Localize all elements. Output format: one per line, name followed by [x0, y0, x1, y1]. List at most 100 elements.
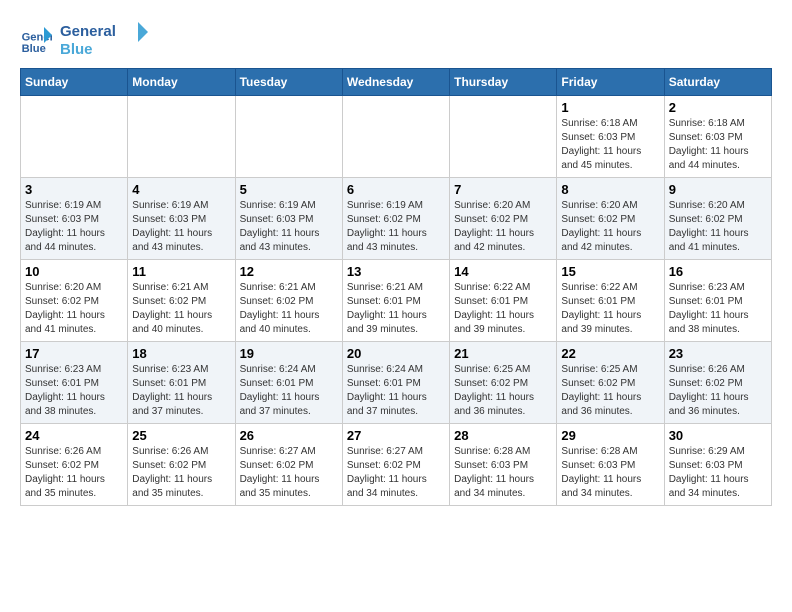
day-info: Sunrise: 6:26 AM Sunset: 6:02 PM Dayligh…: [669, 363, 767, 419]
day-info: Sunrise: 6:22 AM Sunset: 6:01 PM Dayligh…: [454, 281, 552, 337]
calendar-cell: 28 Sunrise: 6:28 AM Sunset: 6:03 PM Dayli…: [450, 424, 557, 506]
calendar-cell: 5 Sunrise: 6:19 AM Sunset: 6:03 PM Daylig…: [235, 178, 342, 260]
calendar-cell: 6 Sunrise: 6:19 AM Sunset: 6:02 PM Daylig…: [342, 178, 449, 260]
calendar-cell: [450, 96, 557, 178]
day-number: 25: [132, 428, 230, 443]
day-number: 10: [25, 264, 123, 279]
day-info: Sunrise: 6:19 AM Sunset: 6:02 PM Dayligh…: [347, 199, 445, 255]
day-info: Sunrise: 6:20 AM Sunset: 6:02 PM Dayligh…: [25, 281, 123, 337]
calendar-cell: 8 Sunrise: 6:20 AM Sunset: 6:02 PM Daylig…: [557, 178, 664, 260]
day-number: 5: [240, 182, 338, 197]
calendar-cell: 21 Sunrise: 6:25 AM Sunset: 6:02 PM Dayli…: [450, 342, 557, 424]
day-info: Sunrise: 6:24 AM Sunset: 6:01 PM Dayligh…: [347, 363, 445, 419]
day-number: 27: [347, 428, 445, 443]
day-info: Sunrise: 6:19 AM Sunset: 6:03 PM Dayligh…: [132, 199, 230, 255]
day-number: 4: [132, 182, 230, 197]
day-info: Sunrise: 6:21 AM Sunset: 6:02 PM Dayligh…: [132, 281, 230, 337]
calendar-cell: [128, 96, 235, 178]
calendar-cell: 30Sunrise: 6:29 AM Sunset: 6:03 PM Dayli…: [664, 424, 771, 506]
day-header-row: Sunday Monday Tuesday Wednesday Thursday…: [21, 69, 772, 96]
calendar-cell: 25Sunrise: 6:26 AM Sunset: 6:02 PM Dayli…: [128, 424, 235, 506]
day-info: Sunrise: 6:20 AM Sunset: 6:02 PM Dayligh…: [669, 199, 767, 255]
day-info: Sunrise: 6:23 AM Sunset: 6:01 PM Dayligh…: [25, 363, 123, 419]
day-info: Sunrise: 6:29 AM Sunset: 6:03 PM Dayligh…: [669, 445, 767, 501]
logo-svg: General Blue: [60, 20, 150, 58]
calendar-cell: 4 Sunrise: 6:19 AM Sunset: 6:03 PM Daylig…: [128, 178, 235, 260]
col-monday: Monday: [128, 69, 235, 96]
calendar-cell: 15Sunrise: 6:22 AM Sunset: 6:01 PM Dayli…: [557, 260, 664, 342]
day-number: 20: [347, 346, 445, 361]
svg-text:Blue: Blue: [60, 41, 93, 58]
day-number: 16: [669, 264, 767, 279]
day-info: Sunrise: 6:19 AM Sunset: 6:03 PM Dayligh…: [25, 199, 123, 255]
day-number: 9: [669, 182, 767, 197]
week-row-3: 10 Sunrise: 6:20 AM Sunset: 6:02 PM Dayli…: [21, 260, 772, 342]
calendar-cell: 18 Sunrise: 6:23 AM Sunset: 6:01 PM Dayli…: [128, 342, 235, 424]
day-number: 3: [25, 182, 123, 197]
header: General Blue General Blue: [20, 20, 772, 58]
logo: General Blue General Blue: [20, 20, 150, 58]
day-info: Sunrise: 6:20 AM Sunset: 6:02 PM Dayligh…: [454, 199, 552, 255]
week-row-5: 24Sunrise: 6:26 AM Sunset: 6:02 PM Dayli…: [21, 424, 772, 506]
calendar-cell: 12Sunrise: 6:21 AM Sunset: 6:02 PM Dayli…: [235, 260, 342, 342]
day-number: 22: [561, 346, 659, 361]
day-info: Sunrise: 6:26 AM Sunset: 6:02 PM Dayligh…: [25, 445, 123, 501]
page: General Blue General Blue Sunday Monday …: [0, 0, 792, 516]
calendar-cell: 11 Sunrise: 6:21 AM Sunset: 6:02 PM Dayli…: [128, 260, 235, 342]
day-info: Sunrise: 6:28 AM Sunset: 6:03 PM Dayligh…: [561, 445, 659, 501]
calendar-cell: 16 Sunrise: 6:23 AM Sunset: 6:01 PM Dayli…: [664, 260, 771, 342]
calendar-cell: 26 Sunrise: 6:27 AM Sunset: 6:02 PM Dayli…: [235, 424, 342, 506]
day-number: 21: [454, 346, 552, 361]
day-number: 6: [347, 182, 445, 197]
day-number: 26: [240, 428, 338, 443]
calendar-cell: 17Sunrise: 6:23 AM Sunset: 6:01 PM Dayli…: [21, 342, 128, 424]
calendar-cell: 2 Sunrise: 6:18 AM Sunset: 6:03 PM Daylig…: [664, 96, 771, 178]
col-friday: Friday: [557, 69, 664, 96]
calendar-cell: 13 Sunrise: 6:21 AM Sunset: 6:01 PM Dayli…: [342, 260, 449, 342]
day-info: Sunrise: 6:18 AM Sunset: 6:03 PM Dayligh…: [561, 117, 659, 173]
day-info: Sunrise: 6:27 AM Sunset: 6:02 PM Dayligh…: [240, 445, 338, 501]
calendar-table: Sunday Monday Tuesday Wednesday Thursday…: [20, 68, 772, 506]
calendar-cell: 27Sunrise: 6:27 AM Sunset: 6:02 PM Dayli…: [342, 424, 449, 506]
calendar-cell: 20 Sunrise: 6:24 AM Sunset: 6:01 PM Dayli…: [342, 342, 449, 424]
day-number: 8: [561, 182, 659, 197]
calendar-cell: 9 Sunrise: 6:20 AM Sunset: 6:02 PM Daylig…: [664, 178, 771, 260]
day-info: Sunrise: 6:18 AM Sunset: 6:03 PM Dayligh…: [669, 117, 767, 173]
calendar-cell: 23 Sunrise: 6:26 AM Sunset: 6:02 PM Dayli…: [664, 342, 771, 424]
calendar-cell: 10 Sunrise: 6:20 AM Sunset: 6:02 PM Dayli…: [21, 260, 128, 342]
calendar-cell: 29 Sunrise: 6:28 AM Sunset: 6:03 PM Dayli…: [557, 424, 664, 506]
day-info: Sunrise: 6:20 AM Sunset: 6:02 PM Dayligh…: [561, 199, 659, 255]
calendar-cell: [235, 96, 342, 178]
day-number: 11: [132, 264, 230, 279]
day-info: Sunrise: 6:23 AM Sunset: 6:01 PM Dayligh…: [132, 363, 230, 419]
day-info: Sunrise: 6:28 AM Sunset: 6:03 PM Dayligh…: [454, 445, 552, 501]
day-number: 29: [561, 428, 659, 443]
day-number: 28: [454, 428, 552, 443]
day-info: Sunrise: 6:23 AM Sunset: 6:01 PM Dayligh…: [669, 281, 767, 337]
day-number: 2: [669, 100, 767, 115]
calendar-cell: 7Sunrise: 6:20 AM Sunset: 6:02 PM Daylig…: [450, 178, 557, 260]
calendar-header: Sunday Monday Tuesday Wednesday Thursday…: [21, 69, 772, 96]
day-info: Sunrise: 6:24 AM Sunset: 6:01 PM Dayligh…: [240, 363, 338, 419]
day-number: 12: [240, 264, 338, 279]
day-info: Sunrise: 6:21 AM Sunset: 6:01 PM Dayligh…: [347, 281, 445, 337]
col-saturday: Saturday: [664, 69, 771, 96]
col-wednesday: Wednesday: [342, 69, 449, 96]
calendar-cell: 19 Sunrise: 6:24 AM Sunset: 6:01 PM Dayli…: [235, 342, 342, 424]
day-number: 23: [669, 346, 767, 361]
day-number: 18: [132, 346, 230, 361]
calendar-cell: [21, 96, 128, 178]
week-row-1: 1Sunrise: 6:18 AM Sunset: 6:03 PM Daylig…: [21, 96, 772, 178]
week-row-4: 17Sunrise: 6:23 AM Sunset: 6:01 PM Dayli…: [21, 342, 772, 424]
calendar-cell: 1Sunrise: 6:18 AM Sunset: 6:03 PM Daylig…: [557, 96, 664, 178]
day-number: 19: [240, 346, 338, 361]
day-number: 13: [347, 264, 445, 279]
day-info: Sunrise: 6:22 AM Sunset: 6:01 PM Dayligh…: [561, 281, 659, 337]
day-info: Sunrise: 6:25 AM Sunset: 6:02 PM Dayligh…: [454, 363, 552, 419]
col-tuesday: Tuesday: [235, 69, 342, 96]
calendar-cell: 14Sunrise: 6:22 AM Sunset: 6:01 PM Dayli…: [450, 260, 557, 342]
calendar-cell: [342, 96, 449, 178]
calendar-cell: 24Sunrise: 6:26 AM Sunset: 6:02 PM Dayli…: [21, 424, 128, 506]
day-info: Sunrise: 6:19 AM Sunset: 6:03 PM Dayligh…: [240, 199, 338, 255]
logo-icon: General Blue: [20, 23, 52, 55]
